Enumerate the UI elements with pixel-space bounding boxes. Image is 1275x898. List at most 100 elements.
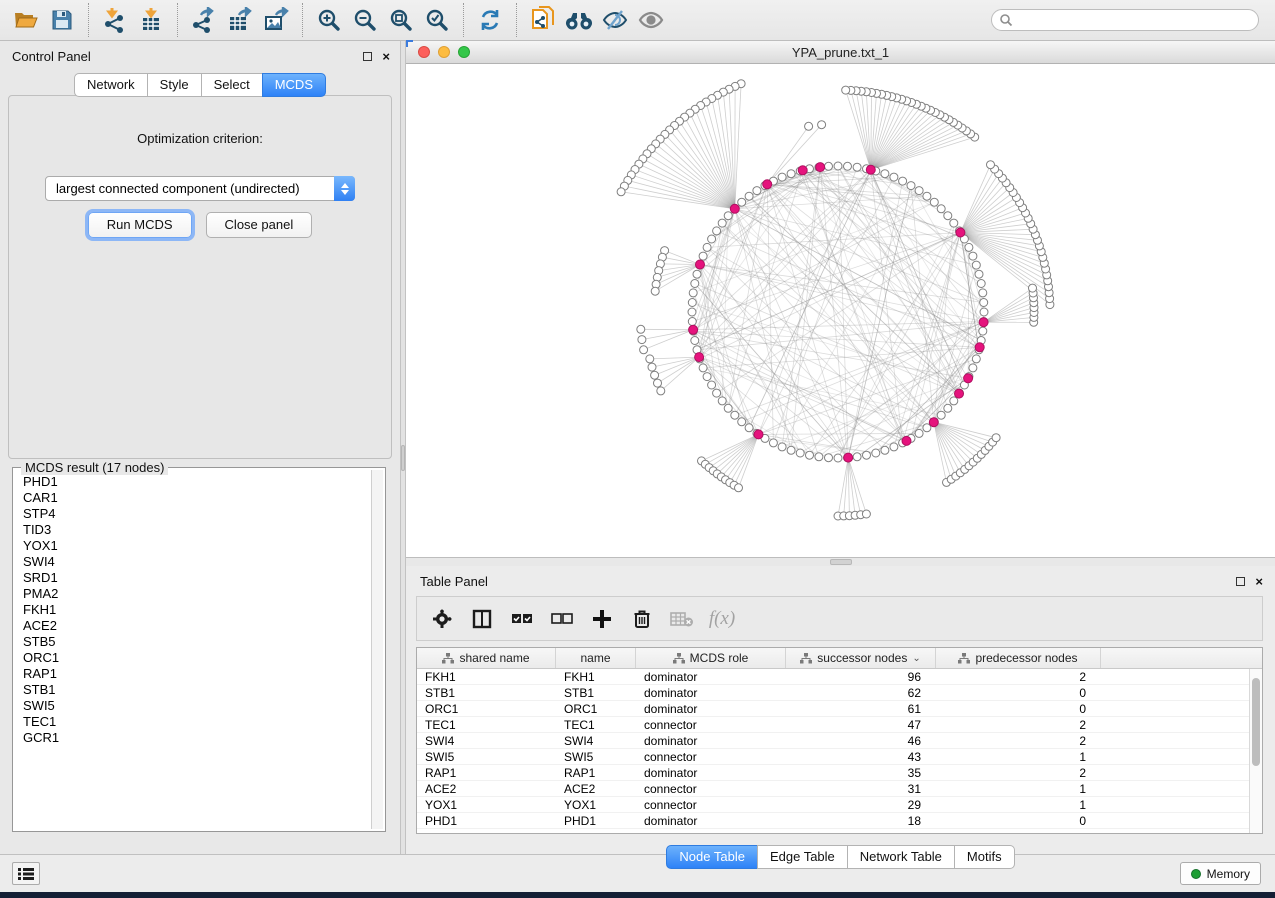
mcds-result-item[interactable]: PMA2: [23, 586, 370, 602]
function-builder-icon: f(x): [707, 602, 737, 636]
apply-layout-icon[interactable]: [472, 4, 508, 36]
zoom-in-icon[interactable]: [311, 4, 347, 36]
table-row[interactable]: ORC1ORC1dominator610: [417, 701, 1249, 717]
column-header-predecessor-nodes[interactable]: predecessor nodes: [936, 648, 1101, 668]
table-scrollbar[interactable]: [1249, 669, 1262, 833]
export-image-icon[interactable]: [258, 4, 294, 36]
mcds-result-item[interactable]: ACE2: [23, 618, 370, 634]
close-panel-icon[interactable]: ×: [382, 52, 390, 61]
table-cell: ORC1: [417, 701, 556, 716]
hide-selected-icon[interactable]: [597, 4, 633, 36]
mcds-result-item[interactable]: FKH1: [23, 602, 370, 618]
mcds-result-item[interactable]: TID3: [23, 522, 370, 538]
optimization-criterion-label: Optimization criterion:: [9, 131, 391, 146]
mcds-result-group: MCDS result (17 nodes) PHD1CAR1STP4TID3Y…: [12, 467, 386, 832]
table-row[interactable]: SWI5SWI5connector431: [417, 749, 1249, 765]
select-all-rows-icon[interactable]: [507, 602, 537, 636]
add-column-icon[interactable]: [587, 602, 617, 636]
mcds-result-item[interactable]: CAR1: [23, 490, 370, 506]
show-all-icon[interactable]: [633, 4, 669, 36]
table-row[interactable]: PHD1PHD1dominator180: [417, 813, 1249, 829]
network-canvas[interactable]: [406, 64, 1275, 557]
network-graph[interactable]: [406, 64, 1275, 557]
vertical-splitter-handle[interactable]: [401, 445, 405, 471]
mcds-result-item[interactable]: SWI4: [23, 554, 370, 570]
column-header-name[interactable]: name: [556, 648, 636, 668]
table-float-icon[interactable]: [1236, 577, 1245, 586]
first-neighbors-icon[interactable]: [561, 4, 597, 36]
table-options-icon[interactable]: [427, 602, 457, 636]
mcds-result-item[interactable]: STP4: [23, 506, 370, 522]
tab-select[interactable]: Select: [201, 73, 263, 97]
open-file-icon[interactable]: [8, 4, 44, 36]
column-header-MCDS-role[interactable]: MCDS role: [636, 648, 786, 668]
mcds-result-item[interactable]: ORC1: [23, 650, 370, 666]
new-network-from-selection-icon[interactable]: [525, 4, 561, 36]
search-input[interactable]: [991, 9, 1259, 31]
mcds-result-item[interactable]: SWI5: [23, 698, 370, 714]
node-table: shared namename MCDS role successor nodes⌄…: [416, 647, 1263, 834]
mcds-result-item[interactable]: STB5: [23, 634, 370, 650]
table-cell: connector: [636, 797, 786, 812]
export-table-icon[interactable]: [222, 4, 258, 36]
table-cell: dominator: [636, 669, 786, 684]
column-type-icon: [673, 653, 685, 664]
table-row[interactable]: YOX1YOX1connector291: [417, 797, 1249, 813]
table-cell: SWI5: [556, 749, 636, 764]
table-cell: 29: [786, 797, 936, 812]
table-cell: dominator: [636, 813, 786, 828]
float-panel-icon[interactable]: [363, 52, 372, 61]
import-table-icon[interactable]: [133, 4, 169, 36]
mcds-result-item[interactable]: YOX1: [23, 538, 370, 554]
network-view-panel: YPA_prune.txt_1: [406, 41, 1275, 558]
network-title-bar: YPA_prune.txt_1: [406, 41, 1275, 64]
tab-style[interactable]: Style: [147, 73, 202, 97]
horizontal-splitter-handle[interactable]: [830, 559, 852, 565]
column-header-successor-nodes[interactable]: successor nodes⌄: [786, 648, 936, 668]
run-mcds-button[interactable]: Run MCDS: [88, 212, 192, 238]
column-header-label: MCDS role: [690, 651, 749, 665]
column-type-icon: [958, 653, 970, 664]
tab-node-table[interactable]: Node Table: [666, 845, 758, 869]
zoom-out-icon[interactable]: [347, 4, 383, 36]
mcds-result-item[interactable]: SRD1: [23, 570, 370, 586]
mcds-tab-content: Optimization criterion: largest connecte…: [8, 95, 392, 459]
column-header-shared-name[interactable]: shared name: [417, 648, 556, 668]
import-network-icon[interactable]: [97, 4, 133, 36]
zoom-selected-icon[interactable]: [419, 4, 455, 36]
table-row[interactable]: SWI4SWI4dominator462: [417, 733, 1249, 749]
mcds-result-item[interactable]: TEC1: [23, 714, 370, 730]
tab-motifs[interactable]: Motifs: [954, 845, 1015, 869]
deselect-all-rows-icon[interactable]: [547, 602, 577, 636]
show-column-icon[interactable]: [467, 602, 497, 636]
criterion-select[interactable]: largest connected component (undirected): [45, 176, 355, 201]
table-row[interactable]: RAP1RAP1dominator352: [417, 765, 1249, 781]
close-panel-button[interactable]: Close panel: [206, 212, 313, 238]
tab-mcds[interactable]: MCDS: [262, 73, 326, 97]
table-cell: dominator: [636, 701, 786, 716]
table-close-icon[interactable]: ×: [1255, 577, 1263, 586]
export-network-icon[interactable]: [186, 4, 222, 36]
tab-edge-table[interactable]: Edge Table: [757, 845, 848, 869]
delete-column-icon[interactable]: [627, 602, 657, 636]
mcds-result-item[interactable]: RAP1: [23, 666, 370, 682]
mcds-result-item[interactable]: GCR1: [23, 730, 370, 746]
table-row[interactable]: ACE2ACE2connector311: [417, 781, 1249, 797]
table-row[interactable]: FKH1FKH1dominator962: [417, 669, 1249, 685]
mcds-result-item[interactable]: STB1: [23, 682, 370, 698]
table-row[interactable]: TEC1TEC1connector472: [417, 717, 1249, 733]
table-scrollbar-thumb[interactable]: [1252, 678, 1260, 766]
horizontal-splitter[interactable]: [406, 558, 1275, 566]
ui-options-button[interactable]: [12, 862, 40, 885]
table-tabs: Node TableEdge TableNetwork TableMotifs: [406, 845, 1275, 869]
save-session-icon[interactable]: [44, 4, 80, 36]
mcds-result-item[interactable]: PHD1: [23, 474, 370, 490]
table-toolbar: f(x): [416, 596, 1263, 641]
table-cell: ACE2: [556, 781, 636, 796]
table-cell: YOX1: [556, 797, 636, 812]
tab-network[interactable]: Network: [74, 73, 148, 97]
zoom-fit-icon[interactable]: [383, 4, 419, 36]
mcds-list-scrollbar[interactable]: [371, 470, 383, 829]
table-row[interactable]: STB1STB1dominator620: [417, 685, 1249, 701]
tab-network-table[interactable]: Network Table: [847, 845, 955, 869]
